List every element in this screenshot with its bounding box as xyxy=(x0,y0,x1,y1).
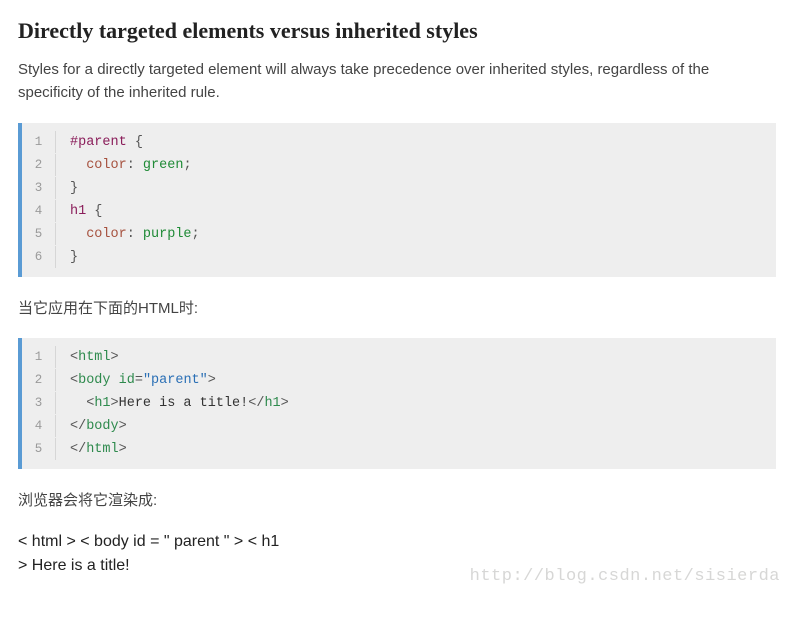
token-tag: body xyxy=(78,373,110,388)
code-content: h1 { xyxy=(56,201,102,223)
code-line: 5</html> xyxy=(22,438,776,461)
code-line: 3 <h1>Here is a title!</h1> xyxy=(22,392,776,415)
code-content: color: purple; xyxy=(56,224,200,246)
code-line: 6} xyxy=(22,246,776,269)
line-number: 1 xyxy=(22,131,56,153)
token-value: purple xyxy=(143,227,192,242)
token-punct: ; xyxy=(192,227,200,242)
token-tag: html xyxy=(86,442,118,457)
token-text xyxy=(70,396,86,411)
token-text xyxy=(70,227,86,242)
line-number: 5 xyxy=(22,438,56,460)
token-punct: </ xyxy=(248,396,264,411)
token-punct: > xyxy=(119,442,127,457)
token-text: Here is a title! xyxy=(119,396,249,411)
line-number: 3 xyxy=(22,177,56,199)
token-punct: </ xyxy=(70,442,86,457)
token-punct: = xyxy=(135,373,143,388)
token-text xyxy=(70,158,86,173)
code-content: } xyxy=(56,178,78,200)
token-tag: h1 xyxy=(264,396,280,411)
code-content: #parent { xyxy=(56,132,143,154)
html-code-block: 1<html>2<body id="parent">3 <h1>Here is … xyxy=(18,338,776,469)
token-punct: > xyxy=(119,419,127,434)
token-tag: h1 xyxy=(94,396,110,411)
token-prop: color xyxy=(86,227,127,242)
css-code-block: 1#parent {2 color: green;3}4h1 {5 color:… xyxy=(18,123,776,277)
code-line: 2<body id="parent"> xyxy=(22,369,776,392)
code-content: } xyxy=(56,247,78,269)
token-value: green xyxy=(143,158,184,173)
line-number: 4 xyxy=(22,415,56,437)
token-punct: < xyxy=(70,373,78,388)
token-punct: { xyxy=(86,204,102,219)
code-content: <body id="parent"> xyxy=(56,370,216,392)
token-attrval: "parent" xyxy=(143,373,208,388)
code-content: <h1>Here is a title!</h1> xyxy=(56,393,289,415)
code-line: 5 color: purple; xyxy=(22,223,776,246)
token-punct: </ xyxy=(70,419,86,434)
code-content: </html> xyxy=(56,439,127,461)
token-text xyxy=(111,373,119,388)
token-punct: > xyxy=(111,396,119,411)
code-line: 4h1 { xyxy=(22,200,776,223)
section-heading: Directly targeted elements versus inheri… xyxy=(18,18,776,44)
code-line: 1<html> xyxy=(22,346,776,369)
token-punct: { xyxy=(127,135,143,150)
code-content: </body> xyxy=(56,416,127,438)
token-punct: < xyxy=(70,350,78,365)
rendered-as-label: 浏览器会将它渲染成: xyxy=(18,489,776,512)
intro-paragraph: Styles for a directly targeted element w… xyxy=(18,58,776,105)
code-line: 3} xyxy=(22,177,776,200)
code-content: color: green; xyxy=(56,155,192,177)
token-punct: > xyxy=(111,350,119,365)
code-line: 1#parent { xyxy=(22,131,776,154)
token-tag: body xyxy=(86,419,118,434)
token-punct: : xyxy=(127,158,143,173)
line-number: 2 xyxy=(22,369,56,391)
line-number: 5 xyxy=(22,223,56,245)
token-punct: > xyxy=(281,396,289,411)
token-punct: } xyxy=(70,250,78,265)
token-attrname: id xyxy=(119,373,135,388)
code-content: <html> xyxy=(56,347,119,369)
code-line: 4</body> xyxy=(22,415,776,438)
token-tag: html xyxy=(78,350,110,365)
line-number: 2 xyxy=(22,154,56,176)
line-number: 3 xyxy=(22,392,56,414)
token-punct: ; xyxy=(183,158,191,173)
rendered-output: < html > < body id = " parent " > < h1 >… xyxy=(18,530,776,578)
applied-to-html-label: 当它应用在下面的HTML时: xyxy=(18,297,776,320)
token-punct: > xyxy=(208,373,216,388)
line-number: 4 xyxy=(22,200,56,222)
token-punct: : xyxy=(127,227,143,242)
line-number: 6 xyxy=(22,246,56,268)
rendered-line-2: > Here is a title! xyxy=(18,554,776,578)
token-selector: #parent xyxy=(70,135,127,150)
token-punct: } xyxy=(70,181,78,196)
rendered-line-1: < html > < body id = " parent " > < h1 xyxy=(18,530,776,554)
token-selector: h1 xyxy=(70,204,86,219)
code-line: 2 color: green; xyxy=(22,154,776,177)
line-number: 1 xyxy=(22,346,56,368)
token-prop: color xyxy=(86,158,127,173)
